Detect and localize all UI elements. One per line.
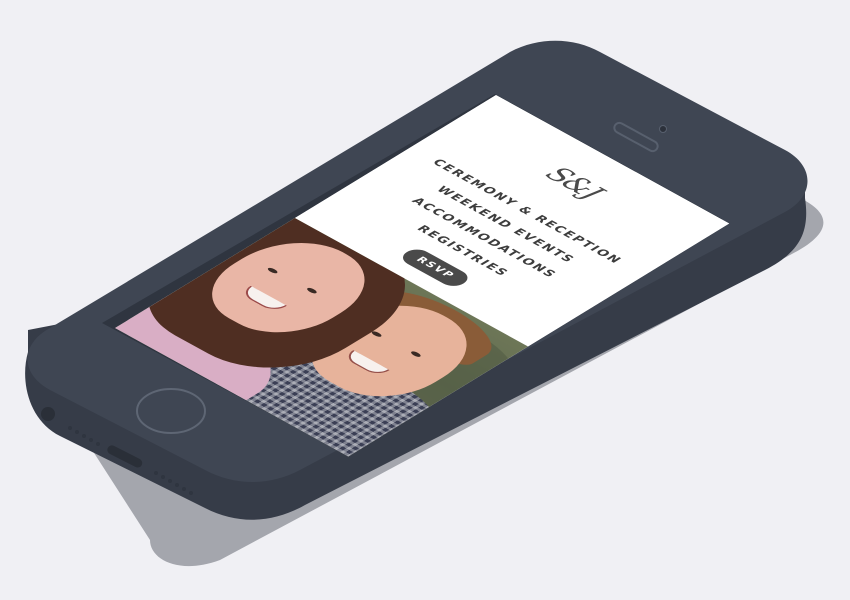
headphone-jack xyxy=(41,407,55,421)
camera-icon xyxy=(659,125,667,133)
